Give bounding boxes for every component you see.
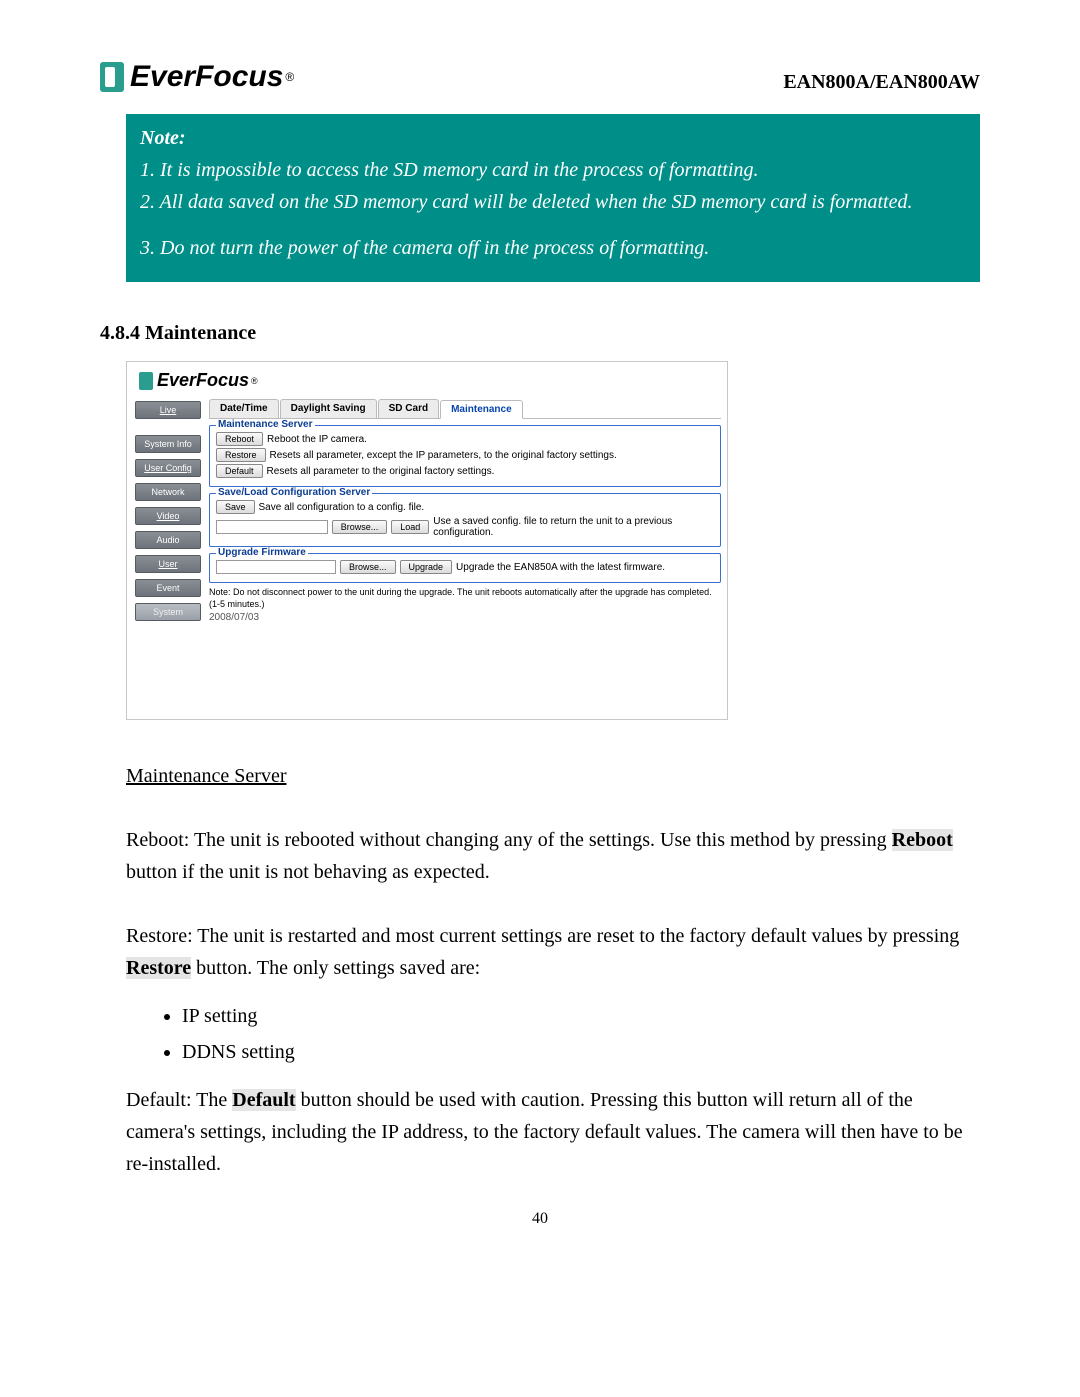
- list-item: DDNS setting: [182, 1036, 980, 1068]
- registered-icon: ®: [285, 70, 294, 84]
- note-line-1: 1. It is impossible to access the SD mem…: [140, 154, 966, 186]
- default-button[interactable]: Default: [216, 464, 263, 478]
- reboot-desc: Reboot the IP camera.: [267, 434, 367, 445]
- app-registered-icon: ®: [251, 376, 258, 386]
- sidebar-item-network[interactable]: Network: [135, 483, 201, 501]
- group-upgrade-firmware: Upgrade Firmware Browse... Upgrade Upgra…: [209, 553, 721, 583]
- note-line-3: 3. Do not turn the power of the camera o…: [140, 232, 966, 264]
- restore-desc: Resets all parameter, except the IP para…: [270, 450, 617, 461]
- default-bold: Default: [232, 1089, 295, 1111]
- model-number: EAN800A/EAN800AW: [783, 71, 980, 94]
- note-line-2: 2. All data saved on the SD memory card …: [140, 186, 966, 218]
- save-desc: Save all configuration to a config. file…: [259, 502, 425, 513]
- note-box: Note: 1. It is impossible to access the …: [126, 114, 980, 282]
- restore-bold: Restore: [126, 957, 191, 979]
- app-main: Date/Time Daylight Saving SD Card Mainte…: [207, 397, 727, 719]
- upgrade-note: Note: Do not disconnect power to the uni…: [209, 587, 721, 610]
- default-paragraph: Default: The Default button should be us…: [126, 1084, 980, 1180]
- list-item: IP setting: [182, 1000, 980, 1032]
- page-number: 40: [100, 1210, 980, 1228]
- body-text: Maintenance Server Reboot: The unit is r…: [126, 760, 980, 1180]
- load-desc: Use a saved config. file to return the u…: [433, 516, 714, 538]
- sidebar-item-user[interactable]: User: [135, 555, 201, 573]
- sidebar-item-audio[interactable]: Audio: [135, 531, 201, 549]
- legend-save-load: Save/Load Configuration Server: [216, 487, 372, 498]
- sidebar-item-user-config[interactable]: User Config: [135, 459, 201, 477]
- tab-sd-card[interactable]: SD Card: [378, 399, 439, 418]
- app-logo-mark-icon: [139, 372, 153, 390]
- app-logo: EverFocus ®: [127, 362, 727, 397]
- group-save-load: Save/Load Configuration Server Save Save…: [209, 493, 721, 547]
- browse-load-button[interactable]: Browse...: [332, 520, 388, 534]
- sidebar-item-system-info[interactable]: System Info: [135, 435, 201, 453]
- maintenance-server-heading: Maintenance Server: [126, 760, 980, 792]
- save-button[interactable]: Save: [216, 500, 255, 514]
- logo-mark-icon: [100, 62, 124, 92]
- browse-upgrade-button[interactable]: Browse...: [340, 560, 396, 574]
- restore-paragraph: Restore: The unit is restarted and most …: [126, 920, 980, 984]
- page-header: EverFocus ® EAN800A/EAN800AW: [100, 60, 980, 94]
- everfocus-logo: EverFocus ®: [100, 60, 294, 94]
- app-logo-text: EverFocus: [157, 370, 249, 391]
- reboot-button[interactable]: Reboot: [216, 432, 263, 446]
- app-screenshot: EverFocus ® Live System Info User Config…: [126, 361, 728, 720]
- sidebar-item-video[interactable]: Video: [135, 507, 201, 525]
- upgrade-desc: Upgrade the EAN850A with the latest firm…: [456, 562, 665, 573]
- load-file-input[interactable]: [216, 520, 328, 534]
- load-button[interactable]: Load: [391, 520, 429, 534]
- upgrade-file-input[interactable]: [216, 560, 336, 574]
- restore-button[interactable]: Restore: [216, 448, 266, 462]
- tab-datetime[interactable]: Date/Time: [209, 399, 279, 418]
- tab-bar: Date/Time Daylight Saving SD Card Mainte…: [209, 399, 721, 419]
- tab-daylight-saving[interactable]: Daylight Saving: [280, 399, 377, 418]
- upgrade-button[interactable]: Upgrade: [400, 560, 453, 574]
- legend-maintenance-server: Maintenance Server: [216, 419, 315, 430]
- group-maintenance-server: Maintenance Server Reboot Reboot the IP …: [209, 425, 721, 487]
- tab-maintenance[interactable]: Maintenance: [440, 400, 523, 419]
- sidebar-item-system[interactable]: System: [135, 603, 201, 621]
- reboot-paragraph: Reboot: The unit is rebooted without cha…: [126, 824, 980, 888]
- sidebar-item-live[interactable]: Live: [135, 401, 201, 419]
- reboot-bold: Reboot: [892, 829, 953, 851]
- legend-upgrade-firmware: Upgrade Firmware: [216, 547, 308, 558]
- section-heading: 4.8.4 Maintenance: [100, 322, 980, 345]
- note-title: Note:: [140, 122, 966, 154]
- default-desc: Resets all parameter to the original fac…: [267, 466, 495, 477]
- restore-saved-list: IP setting DDNS setting: [162, 1000, 980, 1068]
- app-date: 2008/07/03: [209, 612, 721, 623]
- sidebar-item-event[interactable]: Event: [135, 579, 201, 597]
- app-sidebar: Live System Info User Config Network Vid…: [127, 397, 207, 719]
- logo-text: EverFocus: [130, 60, 283, 94]
